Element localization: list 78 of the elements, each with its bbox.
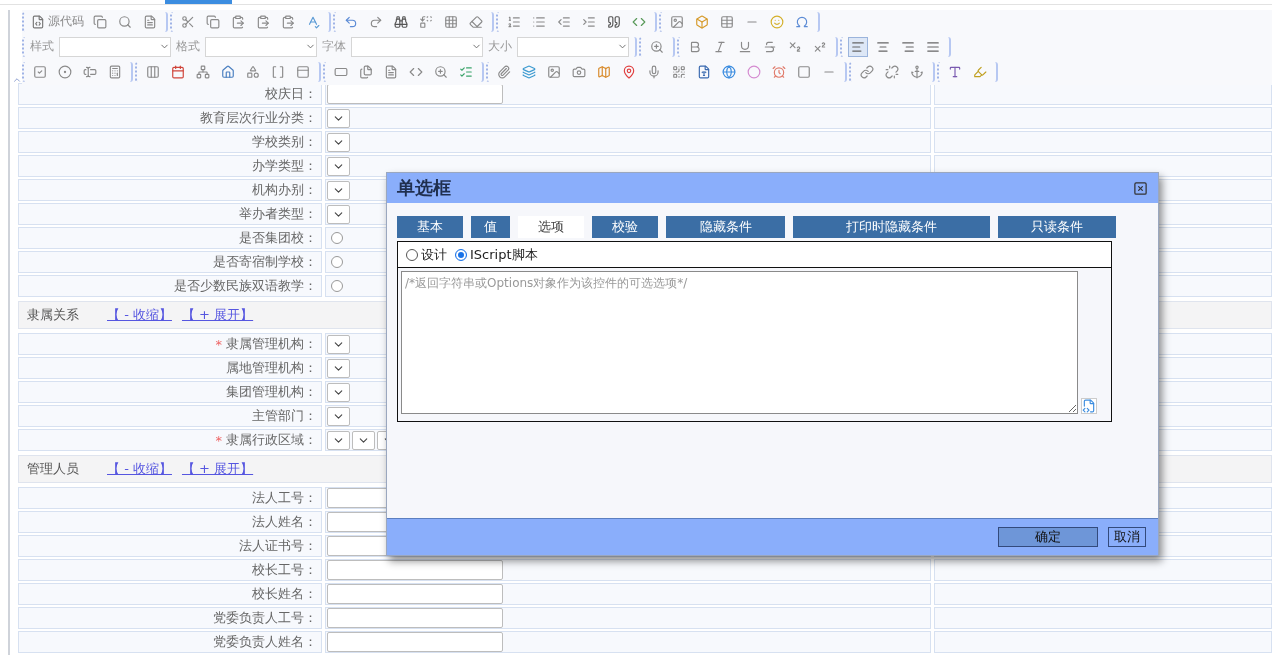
text-field[interactable] — [327, 584, 503, 604]
text-field[interactable] — [327, 84, 503, 104]
code-file-icon — [31, 14, 45, 29]
label-text: 校长工号： — [252, 561, 317, 579]
label-text: 举办者类型： — [239, 205, 317, 223]
radio-button[interactable] — [331, 232, 343, 244]
select-field[interactable] — [327, 334, 350, 354]
label-text: 办学类型： — [252, 157, 317, 175]
collapse-icon[interactable] — [12, 75, 22, 85]
label-text: 党委负责人姓名： — [213, 633, 317, 651]
select-field[interactable] — [327, 204, 350, 224]
section-link[interactable]: 【 - 收缩】 — [107, 306, 172, 324]
radio-button[interactable] — [331, 280, 343, 292]
tab[interactable]: 隐藏条件 — [666, 216, 785, 238]
tab[interactable]: 只读条件 — [998, 216, 1116, 238]
required-mark: * — [215, 432, 222, 448]
mode-option[interactable]: 设计 — [406, 245, 447, 264]
dropdown-field[interactable] — [59, 36, 171, 57]
label-text: 隶属行政区域： — [226, 431, 317, 449]
label-text: 党委负责人工号： — [213, 609, 317, 627]
select-field[interactable] — [327, 430, 350, 450]
label-text: 法人姓名： — [252, 513, 317, 531]
dropdown-label: 大小 — [488, 38, 512, 55]
select-field[interactable] — [327, 406, 350, 426]
text-field[interactable] — [327, 608, 503, 628]
text-field[interactable] — [327, 632, 503, 652]
section-link[interactable]: 【 + 展开】 — [181, 460, 254, 478]
dropdown-label: 样式 — [30, 38, 54, 55]
dialog-title: 单选框 — [397, 176, 451, 200]
section-link[interactable]: 【 - 收缩】 — [107, 460, 172, 478]
text-field[interactable] — [327, 560, 503, 580]
code-file-icon[interactable] — [1081, 398, 1097, 414]
label-text: 是否少数民族双语教学： — [174, 277, 317, 295]
dropdown-label: 字体 — [322, 38, 346, 55]
active-tab-indicator — [165, 0, 232, 4]
select-field[interactable] — [327, 132, 350, 152]
confirm-button[interactable]: 确定 — [998, 527, 1098, 547]
source-code-button[interactable]: 源代码 — [30, 11, 85, 32]
radio-button[interactable] — [455, 248, 467, 261]
dropdown-label: 格式 — [176, 38, 200, 55]
tab[interactable]: 选项 — [518, 216, 584, 238]
dropdown-field[interactable] — [517, 36, 629, 57]
select-field[interactable] — [327, 180, 350, 200]
align-left-icon[interactable] — [848, 36, 868, 57]
required-mark: * — [215, 336, 222, 352]
label-text: 法人证书号： — [239, 537, 317, 555]
label-text: 是否集团校： — [239, 229, 317, 247]
select-field[interactable] — [352, 430, 375, 450]
section-link[interactable]: 【 + 展开】 — [181, 306, 254, 324]
label-text: 法人工号： — [252, 489, 317, 507]
label-text: 集团管理机构： — [226, 383, 317, 401]
label-text: 属地管理机构： — [226, 359, 317, 377]
select-field[interactable] — [327, 358, 350, 378]
label-text: 学校类别： — [252, 133, 317, 151]
close-icon[interactable] — [1133, 180, 1148, 196]
radio-button[interactable] — [406, 248, 418, 261]
select-field[interactable] — [327, 382, 350, 402]
label-text: 是否寄宿制学校： — [213, 253, 317, 271]
section-title: 隶属关系 — [27, 306, 80, 324]
label-text: 隶属管理机构： — [226, 335, 317, 353]
label-text: 教育层次行业分类： — [200, 109, 317, 127]
tab[interactable]: 基本 — [397, 216, 463, 238]
dropdown-field[interactable] — [351, 36, 483, 57]
label-text: 主管部门： — [252, 407, 317, 425]
mode-option[interactable]: IScript脚本 — [455, 245, 538, 264]
script-field[interactable]: /*返回字符串或Options对象作为该控件的可选选项*/ — [401, 271, 1078, 414]
label-text: 校长姓名： — [252, 585, 317, 603]
tab[interactable]: 校验 — [592, 216, 658, 238]
select-field[interactable] — [327, 156, 350, 176]
section-title: 管理人员 — [27, 460, 80, 478]
tab[interactable]: 打印时隐藏条件 — [793, 216, 990, 238]
cancel-button[interactable]: 取消 — [1108, 527, 1146, 547]
label-text: 机构办别： — [252, 181, 317, 199]
tab[interactable]: 值 — [471, 216, 510, 238]
label-text: 校庆日： — [265, 85, 317, 103]
dropdown-field[interactable] — [205, 36, 317, 57]
select-field[interactable] — [327, 108, 350, 128]
radio-button[interactable] — [331, 256, 343, 268]
